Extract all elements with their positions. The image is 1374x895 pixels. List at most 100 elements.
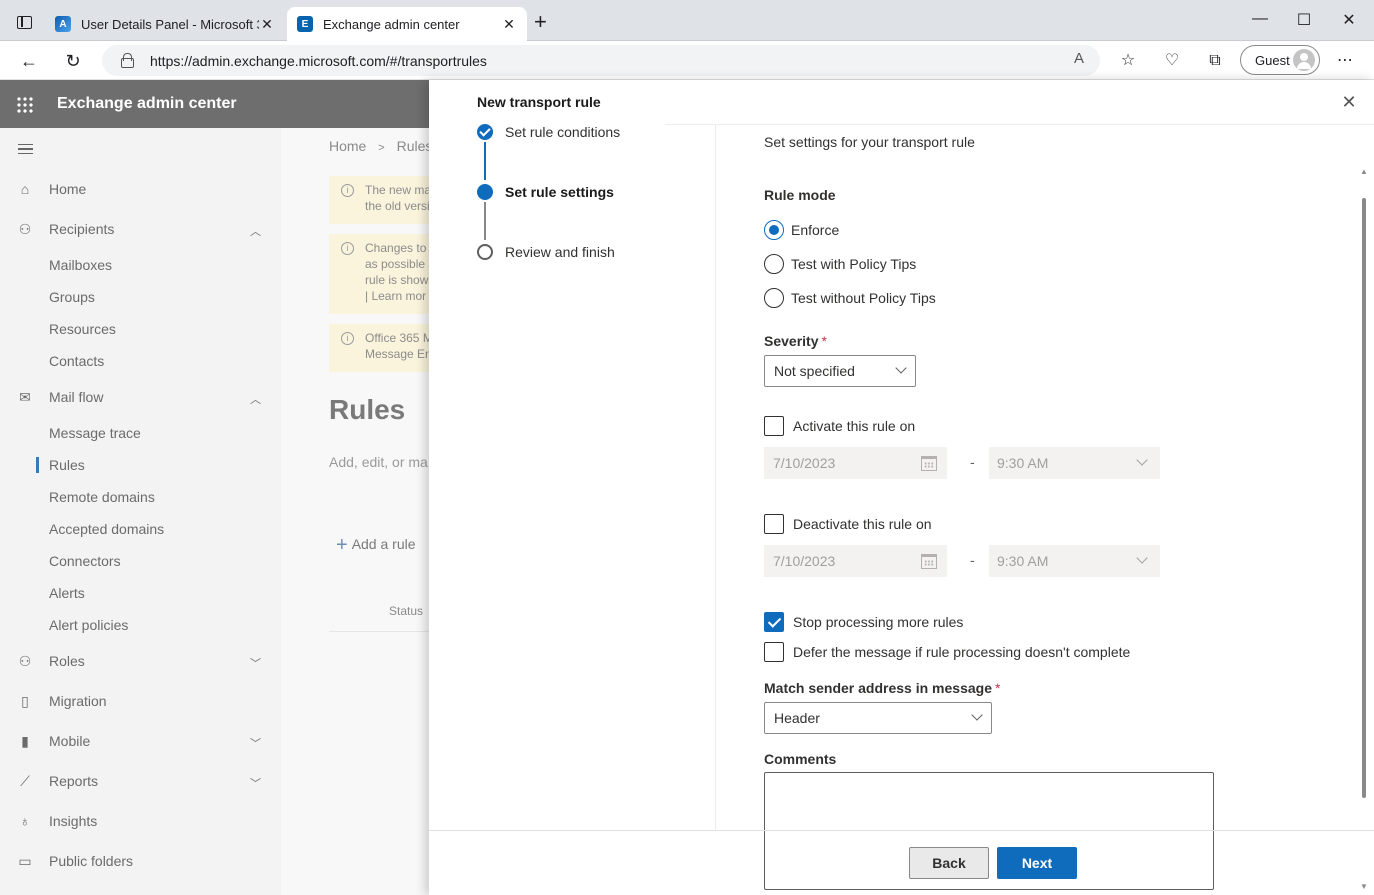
defer-message-checkbox[interactable]: Defer the message if rule processing doe… <box>764 642 1130 662</box>
browser-tab-exchange[interactable]: E Exchange admin center ✕ <box>287 7 527 41</box>
breadcrumb-home[interactable]: Home <box>329 138 366 154</box>
sidebar-item-home[interactable]: ⌂ Home <box>0 173 281 205</box>
tab-title: Exchange admin center <box>323 16 460 32</box>
deactivate-date-picker[interactable]: 7/10/2023 <box>764 545 947 577</box>
radio-circle[interactable] <box>764 254 784 274</box>
activate-time-dropdown[interactable]: 9:30 AM <box>989 447 1160 479</box>
back-button[interactable]: Back <box>909 847 989 879</box>
learn-more-link[interactable]: | Learn mor <box>365 288 429 304</box>
sidebar-item-label: Public folders <box>49 853 134 869</box>
minimize-icon[interactable]: — <box>1245 10 1275 28</box>
wizard-step-conditions[interactable]: Set rule conditions <box>477 124 620 140</box>
deactivate-time-dropdown[interactable]: 9:30 AM <box>989 545 1160 577</box>
page-description: Add, edit, or ma <box>329 454 428 470</box>
maximize-icon[interactable]: ☐ <box>1289 10 1319 30</box>
chevron-down-icon[interactable]: ﹀ <box>250 735 262 750</box>
radio-enforce[interactable]: Enforce <box>764 220 839 240</box>
sidebar-item-mail-flow[interactable]: ✉ Mail flow ︿ <box>0 381 281 413</box>
severity-dropdown[interactable]: Not specified <box>764 355 916 387</box>
column-header-status[interactable]: Status <box>389 604 423 618</box>
chevron-down-icon <box>1136 454 1148 466</box>
sidebar-item-resources[interactable]: Resources <box>0 313 281 345</box>
checkbox-box[interactable] <box>764 642 784 662</box>
hamburger-menu-icon[interactable] <box>18 144 33 154</box>
radio-test-without-policy-tips[interactable]: Test without Policy Tips <box>764 288 936 308</box>
sidebar-item-insights[interactable]: ♁ Insights <box>0 805 281 837</box>
stop-processing-checkbox[interactable]: Stop processing more rules <box>764 612 963 632</box>
browser-tab-bar: A User Details Panel - Microsoft 36 ✕ E … <box>0 0 1374 41</box>
divider <box>665 124 1374 125</box>
sidebar-item-contacts[interactable]: Contacts <box>0 345 281 377</box>
collections-icon[interactable]: ⧉ <box>1204 50 1226 72</box>
read-aloud-icon[interactable]: A <box>1074 50 1084 67</box>
sidebar-item-mobile[interactable]: ▮ Mobile ﹀ <box>0 725 281 757</box>
sidebar-item-roles[interactable]: ⚇ Roles ﹀ <box>0 645 281 677</box>
wizard-step-settings[interactable]: Set rule settings <box>477 184 614 200</box>
wizard-step-review[interactable]: Review and finish <box>477 244 615 260</box>
sidebar-item-label: Mailboxes <box>49 257 113 273</box>
deactivate-date-value: 7/10/2023 <box>773 553 836 569</box>
back-arrow-icon[interactable]: ← <box>17 49 41 73</box>
sidebar-item-reports[interactable]: ⟋ Reports ﹀ <box>0 765 281 797</box>
page-title: Rules <box>329 394 406 425</box>
chevron-up-icon[interactable]: ︿ <box>250 223 262 238</box>
profile-button[interactable]: Guest <box>1240 45 1320 75</box>
sidebar-item-migration[interactable]: ▯ Migration <box>0 685 281 717</box>
radio-test-with-policy-tips[interactable]: Test with Policy Tips <box>764 254 916 274</box>
range-dash: - <box>970 552 975 568</box>
chevron-right-icon: > <box>378 142 385 154</box>
notice-line: Changes to <box>365 241 427 255</box>
browser-essentials-icon[interactable]: ♡ <box>1161 50 1183 72</box>
sidebar-item-recipients[interactable]: ⚇ Recipients ︿ <box>0 213 281 245</box>
address-bar[interactable]: https://admin.exchange.microsoft.com/#/t… <box>102 45 1100 76</box>
notice-line: Message En <box>365 347 429 361</box>
checkbox-box[interactable] <box>764 612 784 632</box>
activate-rule-checkbox[interactable]: Activate this rule on <box>764 416 915 436</box>
info-icon: i <box>341 242 354 255</box>
close-icon[interactable]: ✕ <box>1341 93 1357 111</box>
lock-icon[interactable] <box>121 53 134 68</box>
new-tab-icon[interactable]: + <box>534 11 547 33</box>
new-transport-rule-panel: New transport rule ✕ Set rule conditions… <box>429 80 1374 895</box>
sidebar-item-alert-policies[interactable]: Alert policies <box>0 609 281 641</box>
sidebar-item-accepted-domains[interactable]: Accepted domains <box>0 513 281 545</box>
sidebar-item-remote-domains[interactable]: Remote domains <box>0 481 281 513</box>
radio-circle[interactable] <box>764 288 784 308</box>
deactivate-rule-checkbox[interactable]: Deactivate this rule on <box>764 514 932 534</box>
checkbox-box[interactable] <box>764 514 784 534</box>
sidebar-item-rules[interactable]: Rules <box>0 449 281 481</box>
chevron-up-icon[interactable]: ︿ <box>250 391 262 406</box>
chevron-down-icon[interactable]: ﹀ <box>250 775 262 790</box>
close-window-icon[interactable]: ✕ <box>1334 10 1364 30</box>
scroll-up-icon[interactable]: ▲ <box>1359 167 1369 177</box>
close-tab-icon[interactable]: ✕ <box>259 16 275 33</box>
deactivate-time-value: 9:30 AM <box>997 553 1049 569</box>
severity-label-text: Severity <box>764 333 819 349</box>
sidebar-item-public-folders[interactable]: ▭ Public folders <box>0 845 281 877</box>
tab-actions-icon[interactable] <box>17 16 32 29</box>
refresh-icon[interactable]: ↻ <box>61 49 85 73</box>
sidebar-item-mailboxes[interactable]: Mailboxes <box>0 249 281 281</box>
step-connector <box>484 142 486 180</box>
checkbox-box[interactable] <box>764 416 784 436</box>
close-tab-icon[interactable]: ✕ <box>501 16 517 33</box>
sidebar-item-message-trace[interactable]: Message trace <box>0 417 281 449</box>
app-launcher-icon[interactable] <box>16 96 34 114</box>
scrollbar-thumb[interactable] <box>1362 198 1366 798</box>
sidebar-item-connectors[interactable]: Connectors <box>0 545 281 577</box>
add-rule-button[interactable]: + Add a rule <box>336 534 416 557</box>
current-step-icon <box>477 184 493 200</box>
more-options-icon[interactable]: ⋯ <box>1334 50 1356 72</box>
chevron-down-icon[interactable]: ﹀ <box>250 655 262 670</box>
comments-textarea[interactable] <box>764 772 1214 890</box>
next-button[interactable]: Next <box>997 847 1077 879</box>
favorites-icon[interactable]: ☆ <box>1117 50 1139 72</box>
sidebar-item-alerts[interactable]: Alerts <box>0 577 281 609</box>
radio-circle[interactable] <box>764 220 784 240</box>
scroll-down-icon[interactable]: ▼ <box>1359 882 1369 892</box>
sidebar-item-groups[interactable]: Groups <box>0 281 281 313</box>
match-sender-dropdown[interactable]: Header <box>764 702 992 734</box>
step-label: Review and finish <box>505 244 615 260</box>
browser-tab-user-details[interactable]: A User Details Panel - Microsoft 36 ✕ <box>45 7 285 41</box>
activate-date-picker[interactable]: 7/10/2023 <box>764 447 947 479</box>
